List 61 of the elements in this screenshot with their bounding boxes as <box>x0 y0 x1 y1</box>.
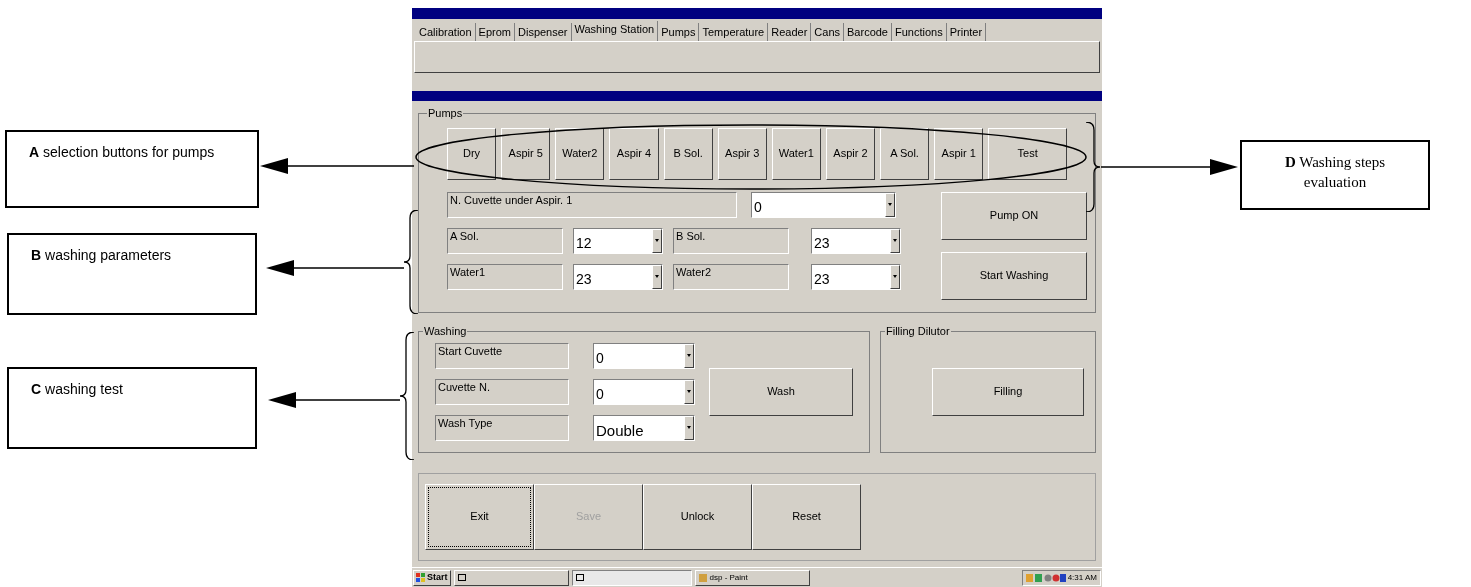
button[interactable]: Aspir 2 <box>825 127 875 180</box>
window-icon <box>457 574 466 581</box>
tab[interactable]: Temperature <box>699 23 769 41</box>
callout-box: C washing test <box>7 367 257 449</box>
caret-icon <box>655 275 659 278</box>
button[interactable]: Test <box>988 127 1068 180</box>
button[interactable]: Aspir 5 <box>501 127 551 180</box>
button[interactable]: Dry <box>447 127 497 180</box>
callout-box: D Washing steps evaluation <box>1240 140 1430 210</box>
button[interactable]: Water1 <box>771 127 821 180</box>
caret-icon <box>687 426 691 429</box>
caret-icon <box>893 275 897 278</box>
button[interactable]: Start Washing <box>941 251 1087 300</box>
field-label: Start Cuvette <box>435 342 569 369</box>
button[interactable]: Reset <box>752 483 861 550</box>
caret-icon <box>687 390 691 393</box>
window-icon <box>575 574 584 581</box>
field-label: Cuvette N. <box>435 378 569 405</box>
dropdown-field[interactable]: 0 <box>751 191 896 218</box>
caret-icon <box>687 354 691 357</box>
tab[interactable]: Dispenser <box>515 23 572 41</box>
dropdown-field[interactable]: 23 <box>811 227 901 254</box>
button[interactable]: Filling <box>932 367 1084 416</box>
caret-icon <box>893 239 897 242</box>
button[interactable]: A Sol. <box>880 127 930 180</box>
tab[interactable]: Washing Station <box>571 21 659 41</box>
dropdown-field[interactable]: 0 <box>593 342 695 369</box>
field-label: Wash Type <box>435 414 569 441</box>
button[interactable]: Aspir 1 <box>934 127 984 180</box>
button[interactable]: Aspir 4 <box>609 127 659 180</box>
tab[interactable]: Functions <box>892 23 947 41</box>
button[interactable]: Unlock <box>643 483 752 550</box>
paint-icon <box>698 573 707 582</box>
field-label: B Sol. <box>673 227 789 254</box>
taskbar-item[interactable]: dsp - Paint <box>694 569 810 586</box>
clock: 4:31 AM <box>1067 571 1097 584</box>
field-label: N. Cuvette under Aspir. 1 <box>447 191 737 218</box>
tab[interactable]: Calibration <box>416 23 476 41</box>
dropdown-field[interactable]: 0 <box>593 378 695 405</box>
button[interactable]: Aspir 3 <box>717 127 767 180</box>
caret-icon <box>655 239 659 242</box>
dropdown-field[interactable]: 12 <box>573 227 663 254</box>
button[interactable]: Water2 <box>555 127 605 180</box>
tab[interactable]: Cans <box>811 23 844 41</box>
button[interactable]: Wash <box>709 367 853 416</box>
windows-logo-icon <box>416 573 425 582</box>
field-label: A Sol. <box>447 227 563 254</box>
field-label: Water1 <box>447 263 563 290</box>
button[interactable]: Exit <box>425 483 534 550</box>
callout-box: A selection buttons for pumps <box>5 130 259 208</box>
callout-box: B washing parameters <box>7 233 257 315</box>
button[interactable]: Pump ON <box>941 191 1087 240</box>
dropdown-field[interactable]: 23 <box>573 263 663 290</box>
button[interactable]: B Sol. <box>663 127 713 180</box>
tray-icons <box>1025 573 1066 582</box>
field-label: Water2 <box>673 263 789 290</box>
dropdown-field[interactable]: Double <box>593 414 695 441</box>
start-button[interactable]: Start <box>413 569 451 586</box>
caret-icon <box>888 203 892 206</box>
tab[interactable]: Barcode <box>844 23 892 41</box>
dropdown-field[interactable]: 23 <box>811 263 901 290</box>
